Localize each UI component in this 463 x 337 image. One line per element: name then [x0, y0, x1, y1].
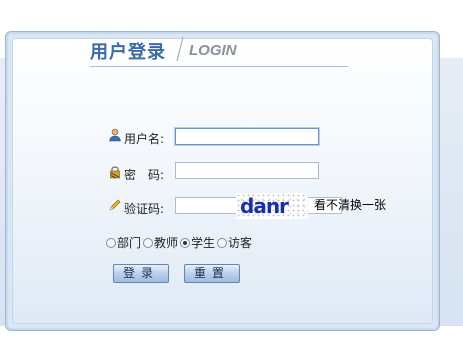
- role-selector: 部门 教师 学生 访客: [106, 234, 254, 251]
- title-divider: [176, 36, 184, 62]
- reset-button[interactable]: 重置: [184, 264, 240, 283]
- role-option-visitor[interactable]: 访客: [217, 234, 252, 251]
- page-subtitle: LOGIN: [189, 42, 237, 59]
- radio-teacher[interactable]: [143, 238, 154, 248]
- radio-department[interactable]: [106, 238, 116, 248]
- radio-student[interactable]: [180, 238, 191, 248]
- username-input[interactable]: [175, 128, 319, 145]
- refresh-captcha-link[interactable]: 看不清换一张: [314, 196, 386, 213]
- lock-icon: [110, 166, 120, 179]
- login-button[interactable]: 登录: [113, 264, 169, 283]
- pencil-icon: [109, 199, 121, 211]
- radio-visitor[interactable]: [217, 238, 228, 248]
- page-title: 用户登录: [90, 42, 166, 63]
- role-label: 教师: [154, 236, 179, 250]
- role-label: 部门: [117, 236, 142, 250]
- user-icon: [109, 128, 121, 142]
- title-underline: [90, 66, 348, 67]
- password-label: 密 码:: [124, 168, 165, 182]
- login-panel: [5, 31, 440, 331]
- role-option-department[interactable]: 部门: [106, 234, 141, 251]
- username-label: 用户名:: [124, 132, 165, 146]
- role-label: 学生: [191, 236, 216, 250]
- captcha-image[interactable]: danr: [236, 193, 308, 219]
- password-input[interactable]: [175, 162, 319, 179]
- captcha-label: 验证码:: [124, 202, 165, 216]
- role-option-teacher[interactable]: 教师: [143, 234, 178, 251]
- role-label: 访客: [228, 236, 253, 250]
- role-option-student[interactable]: 学生: [180, 234, 215, 251]
